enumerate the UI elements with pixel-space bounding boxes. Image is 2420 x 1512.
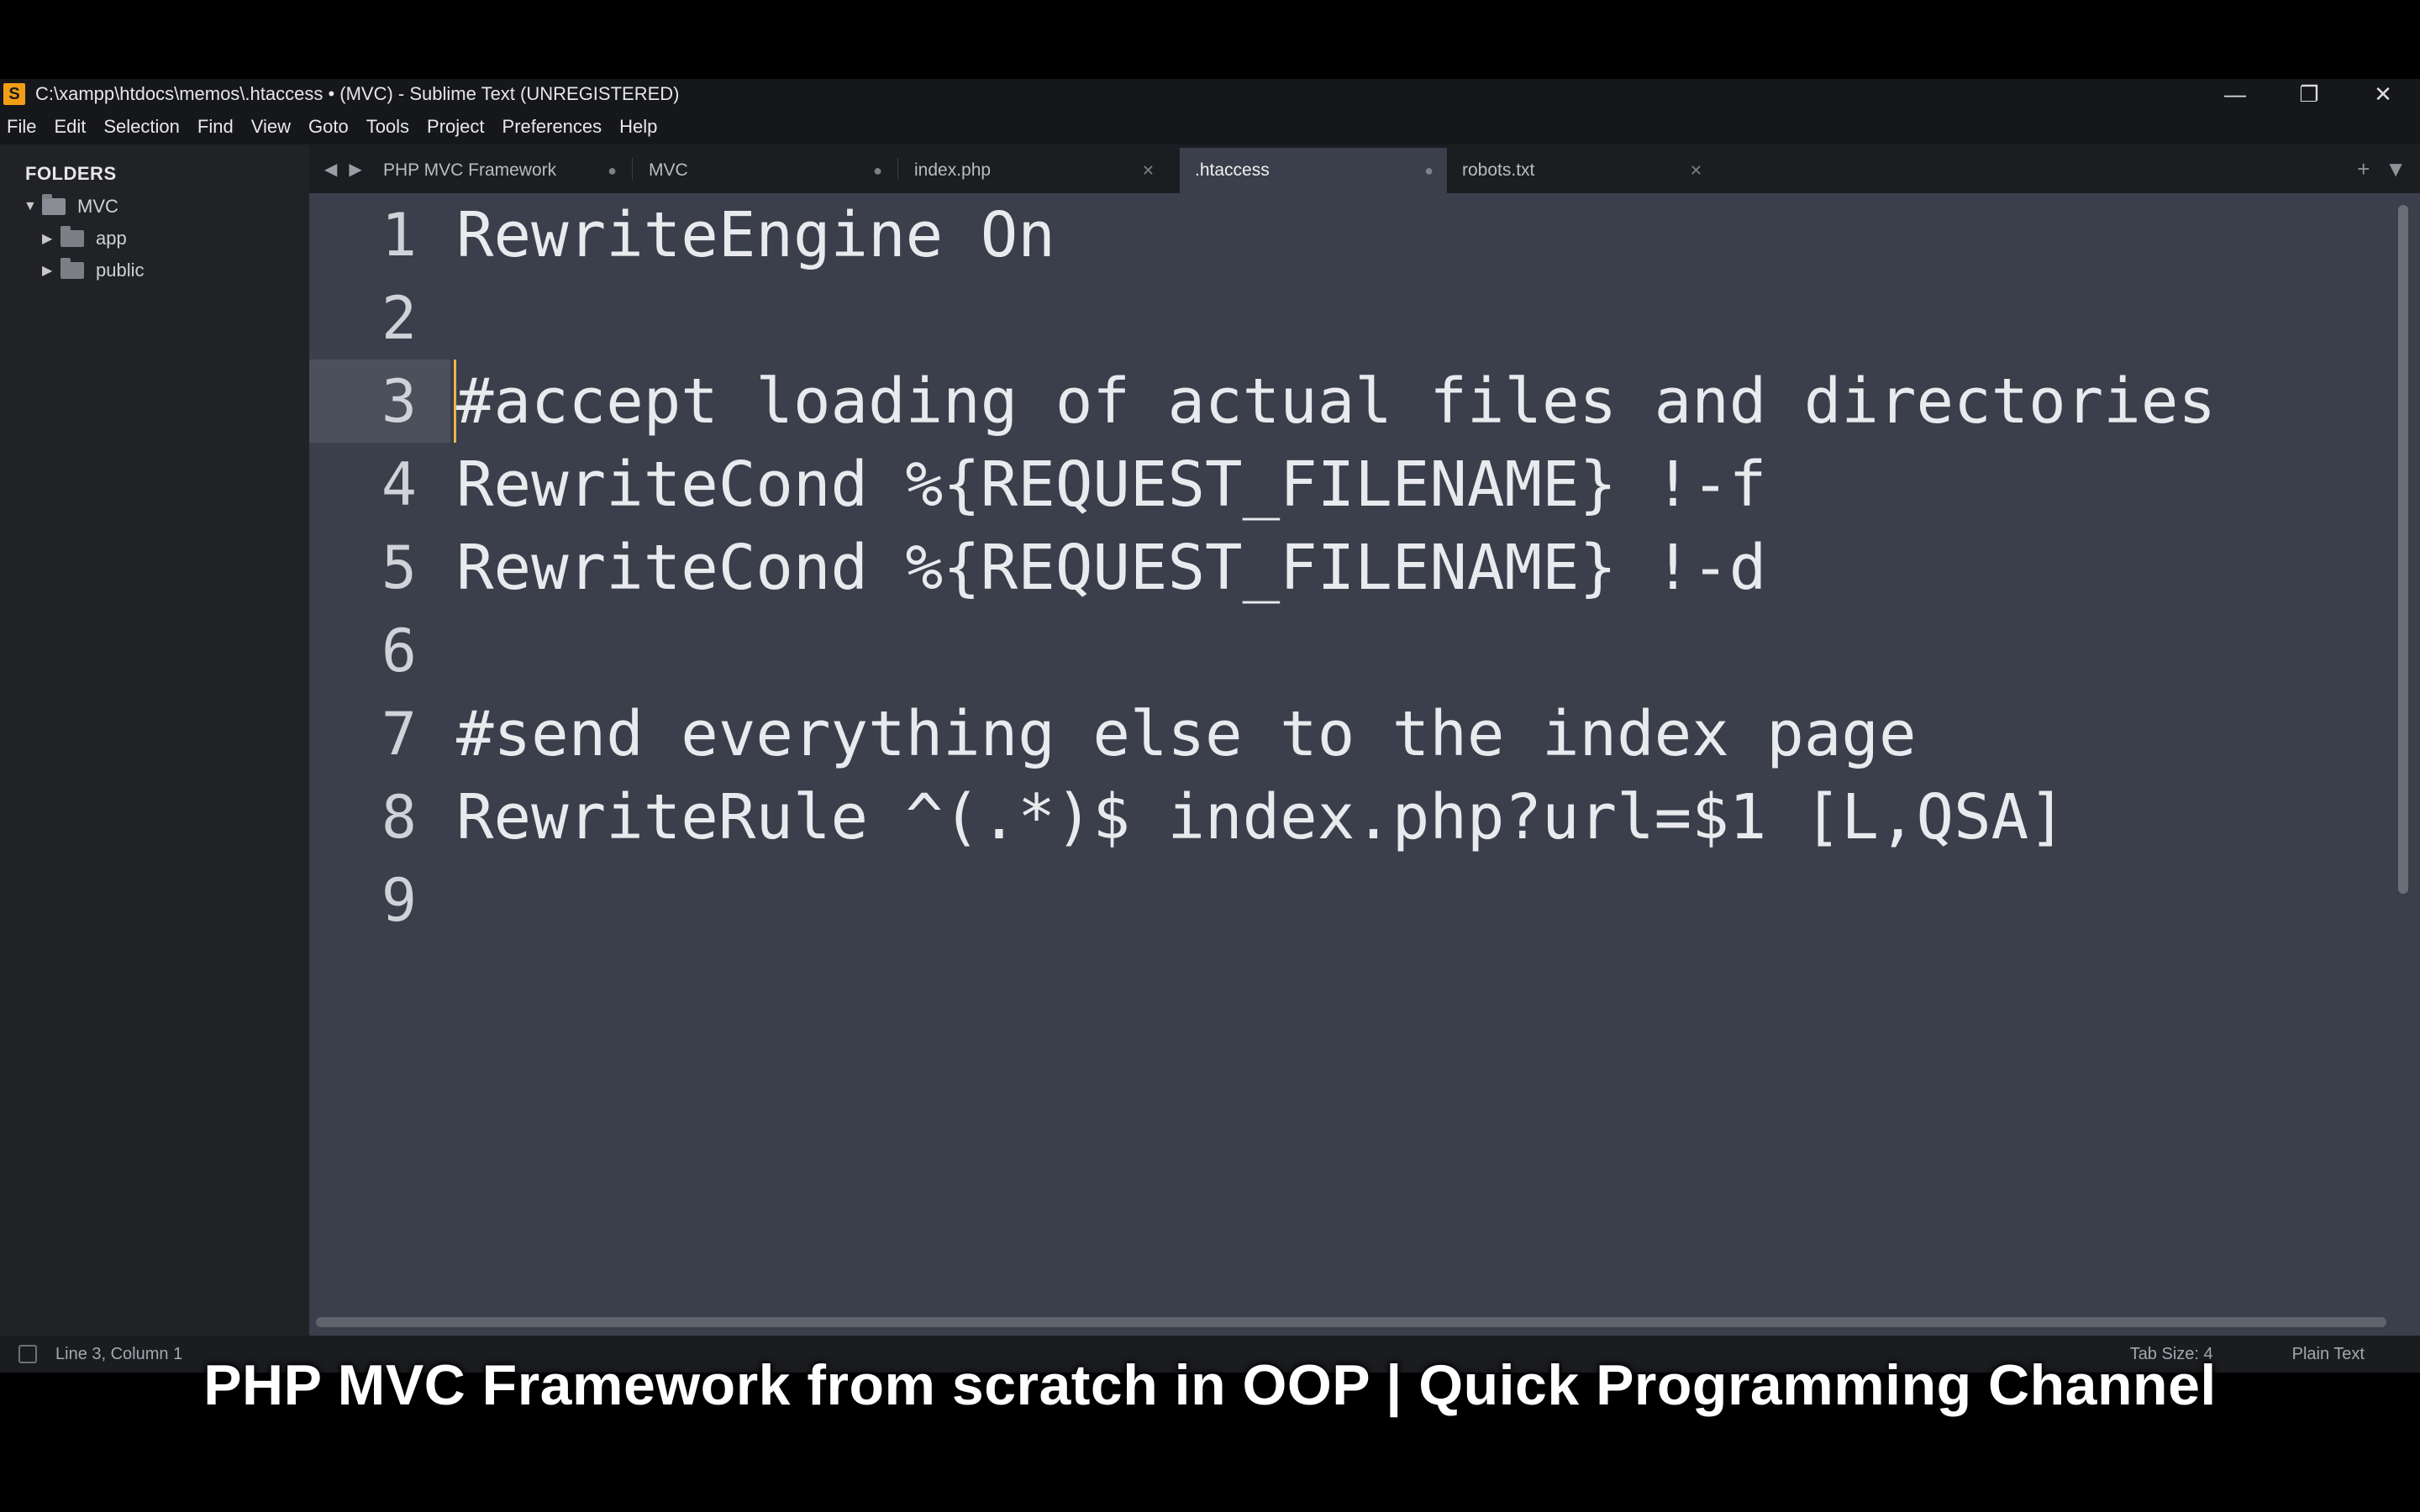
tab-actions: + ▼	[2342, 144, 2407, 193]
tab-php-mvc-framework[interactable]: PHP MVC Framework ●	[368, 148, 630, 193]
code-text[interactable]: RewriteRule ^(.*)$ index.php?url=$1 [L,Q…	[456, 781, 2066, 853]
new-tab-icon[interactable]: +	[2357, 156, 2370, 182]
tab-next-icon[interactable]: ▶	[349, 159, 361, 180]
tree-item-label: MVC	[77, 196, 118, 217]
code-line: 7 #send everything else to the index pag…	[309, 692, 2385, 775]
line-number: 6	[381, 616, 417, 685]
line-number: 9	[381, 865, 417, 935]
minimize-button[interactable]: —	[2198, 79, 2272, 109]
code-line: 4 RewriteCond %{REQUEST_FILENAME} !-f	[309, 443, 2385, 526]
unsaved-dot-icon[interactable]: ●	[873, 148, 882, 193]
code-line: 2	[309, 276, 2385, 360]
window-title: C:\xampp\htdocs\memos\.htaccess • (MVC) …	[35, 83, 680, 104]
line-number: 7	[381, 699, 417, 769]
menu-tools[interactable]: Tools	[366, 116, 409, 138]
expanded-triangle-icon[interactable]: ▼	[24, 199, 42, 214]
line-number: 1	[381, 200, 417, 270]
tree-item-public[interactable]: ▶ public	[42, 255, 144, 286]
tree-item-label: app	[96, 228, 127, 249]
video-caption: PHP MVC Framework from scratch in OOP | …	[203, 1353, 2217, 1417]
code-line: 6	[309, 609, 2385, 692]
line-number: 5	[381, 533, 417, 602]
tab-prev-icon[interactable]: ◀	[324, 159, 337, 180]
window-titlebar: S C:\xampp\htdocs\memos\.htaccess • (MVC…	[0, 79, 2420, 109]
code-line: 5 RewriteCond %{REQUEST_FILENAME} !-d	[309, 526, 2385, 609]
code-text[interactable]: RewriteEngine On	[456, 199, 1055, 271]
tab-label: index.php	[914, 160, 992, 180]
close-button[interactable]: ✕	[2346, 79, 2420, 109]
menu-selection[interactable]: Selection	[103, 116, 180, 138]
sublime-logo-icon: S	[3, 83, 25, 105]
tab-mvc[interactable]: MVC ●	[634, 148, 896, 193]
menu-view[interactable]: View	[251, 116, 291, 138]
tab-divider	[632, 158, 633, 180]
restore-button[interactable]: ❐	[2272, 79, 2346, 109]
line-number: 2	[381, 283, 417, 353]
code-editor[interactable]: 1 RewriteEngine On 2 3 #accept loading o…	[309, 193, 2420, 1336]
line-number: 3	[381, 366, 417, 436]
sidebar-folders: FOLDERS ▼ MVC ▶ app ▶ public	[0, 144, 309, 1336]
collapsed-triangle-icon[interactable]: ▶	[42, 230, 60, 247]
menu-find[interactable]: Find	[197, 116, 234, 138]
close-tab-icon[interactable]: ✕	[1690, 148, 1702, 193]
code-text[interactable]: #accept loading of actual files and dire…	[456, 365, 2216, 438]
tab-bar: ◀ ▶ PHP MVC Framework ● MVC ● index.php …	[309, 144, 2420, 193]
code-text[interactable]: RewriteCond %{REQUEST_FILENAME} !-d	[456, 532, 1766, 604]
unsaved-dot-icon[interactable]: ●	[608, 148, 617, 193]
folder-open-icon	[42, 194, 66, 215]
window-controls: — ❐ ✕	[2198, 79, 2420, 109]
tree-item-mvc[interactable]: ▼ MVC	[24, 192, 118, 222]
code-text[interactable]: RewriteCond %{REQUEST_FILENAME} !-f	[456, 449, 1766, 521]
tab-divider	[897, 158, 898, 180]
collapsed-triangle-icon[interactable]: ▶	[42, 262, 60, 279]
menu-edit[interactable]: Edit	[54, 116, 86, 138]
menu-file[interactable]: File	[7, 116, 36, 138]
folder-icon	[60, 226, 84, 247]
tree-item-label: public	[96, 260, 145, 281]
menu-help[interactable]: Help	[619, 116, 657, 138]
video-letterbox-top	[0, 0, 2420, 79]
tab-index-php[interactable]: index.php ✕	[899, 148, 1168, 193]
folders-heading: FOLDERS	[25, 163, 117, 184]
code-line: 9	[309, 858, 2385, 942]
tab-label: PHP MVC Framework	[383, 160, 557, 180]
code-text[interactable]: #send everything else to the index page	[456, 698, 1917, 770]
tab-htaccess[interactable]: .htaccess ●	[1180, 148, 1447, 193]
code-line-current: 3 #accept loading of actual files and di…	[309, 360, 2385, 443]
menu-goto[interactable]: Goto	[308, 116, 349, 138]
tab-navigation: ◀ ▶	[324, 144, 374, 193]
tab-list-dropdown-icon[interactable]: ▼	[2385, 156, 2407, 182]
code-line: 1 RewriteEngine On	[309, 193, 2385, 276]
tab-robots-txt[interactable]: robots.txt ✕	[1447, 148, 1716, 193]
vertical-scrollbar[interactable]	[2398, 205, 2408, 894]
close-tab-icon[interactable]: ✕	[1142, 148, 1155, 193]
tab-label: robots.txt	[1462, 160, 1535, 180]
folder-icon	[60, 258, 84, 279]
menu-project[interactable]: Project	[427, 116, 484, 138]
tree-item-app[interactable]: ▶ app	[42, 223, 127, 254]
menu-preferences[interactable]: Preferences	[502, 116, 602, 138]
tab-label: MVC	[649, 160, 688, 180]
line-number: 4	[381, 449, 417, 519]
tab-label: .htaccess	[1195, 160, 1270, 180]
horizontal-scrollbar[interactable]	[316, 1317, 2386, 1327]
line-number: 8	[381, 782, 417, 852]
code-line: 8 RewriteRule ^(.*)$ index.php?url=$1 [L…	[309, 775, 2385, 858]
unsaved-dot-icon[interactable]: ●	[1424, 148, 1434, 193]
menu-bar: File Edit Selection Find View Goto Tools…	[0, 109, 2420, 144]
